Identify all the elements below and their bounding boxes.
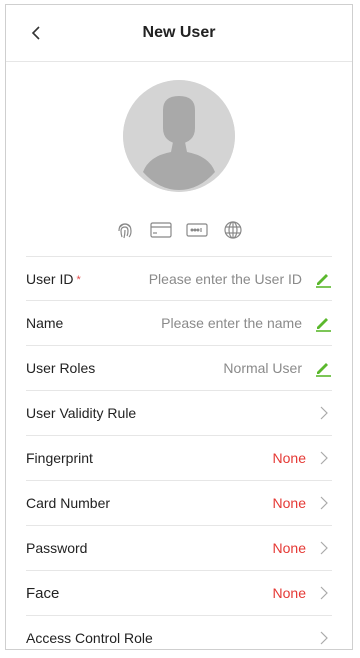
person-silhouette-icon [123, 80, 235, 192]
header: New User [6, 5, 352, 62]
access-control-role-right [306, 631, 332, 645]
password-value: None [272, 540, 306, 556]
chevron-right-icon [320, 541, 332, 555]
password-label: Password [26, 540, 88, 556]
fingerprint-right: None [273, 450, 332, 466]
user-id-row[interactable]: User ID * Please enter the User ID [26, 256, 332, 301]
name-right: Please enter the name [161, 314, 332, 332]
card-number-value: None [272, 495, 306, 511]
name-row[interactable]: Name Please enter the name [26, 301, 332, 346]
name-input[interactable]: Please enter the name [161, 315, 302, 331]
user-roles-value[interactable]: Normal User [223, 360, 302, 376]
card-number-label: Card Number [26, 495, 111, 511]
fingerprint-icon[interactable] [114, 219, 136, 241]
edit-pencil-icon[interactable] [314, 359, 332, 377]
user-form: User ID * Please enter the User ID Name P… [6, 256, 352, 649]
user-id-label: User ID * [26, 271, 81, 287]
fingerprint-value: None [272, 450, 306, 466]
face-row[interactable]: Face None [26, 571, 332, 616]
user-id-label-text: User ID [26, 270, 74, 287]
fingerprint-row[interactable]: Fingerprint None [26, 436, 332, 481]
user-roles-label: User Roles [26, 360, 96, 376]
fingerprint-label: Fingerprint [26, 450, 93, 466]
password-row[interactable]: Password None [26, 526, 332, 571]
page-title: New User [142, 24, 216, 41]
face-icon[interactable] [222, 219, 244, 241]
card-icon[interactable] [150, 219, 172, 241]
verification-icons [6, 218, 352, 242]
avatar[interactable] [123, 80, 235, 192]
new-user-screen: New User User ID * Please enter the User… [5, 4, 353, 650]
face-value: None [272, 585, 306, 601]
password-icon[interactable] [186, 219, 208, 241]
edit-pencil-icon[interactable] [314, 270, 332, 288]
chevron-left-icon [31, 26, 40, 40]
chevron-right-icon [320, 631, 332, 645]
name-label: Name [26, 315, 64, 331]
card-number-right: None [273, 495, 332, 511]
access-control-role-label: Access Control Role [26, 630, 153, 646]
face-right: None [273, 585, 332, 601]
access-control-role-row[interactable]: Access Control Role [26, 616, 332, 649]
password-right: None [273, 540, 332, 556]
user-validity-rule-row[interactable]: User Validity Rule [26, 391, 332, 436]
user-id-right: Please enter the User ID [149, 270, 332, 288]
user-roles-right: Normal User [223, 359, 332, 377]
face-label: Face [26, 584, 60, 602]
user-roles-row[interactable]: User Roles Normal User [26, 346, 332, 391]
chevron-right-icon [320, 451, 332, 465]
required-marker: * [76, 273, 81, 286]
user-validity-rule-right [306, 406, 332, 420]
back-button[interactable] [24, 21, 48, 45]
user-validity-rule-label: User Validity Rule [26, 405, 137, 421]
chevron-right-icon [320, 406, 332, 420]
chevron-right-icon [320, 586, 332, 600]
avatar-section [6, 80, 352, 192]
user-id-input[interactable]: Please enter the User ID [149, 271, 302, 287]
edit-pencil-icon[interactable] [314, 314, 332, 332]
chevron-right-icon [320, 496, 332, 510]
card-number-row[interactable]: Card Number None [26, 481, 332, 526]
